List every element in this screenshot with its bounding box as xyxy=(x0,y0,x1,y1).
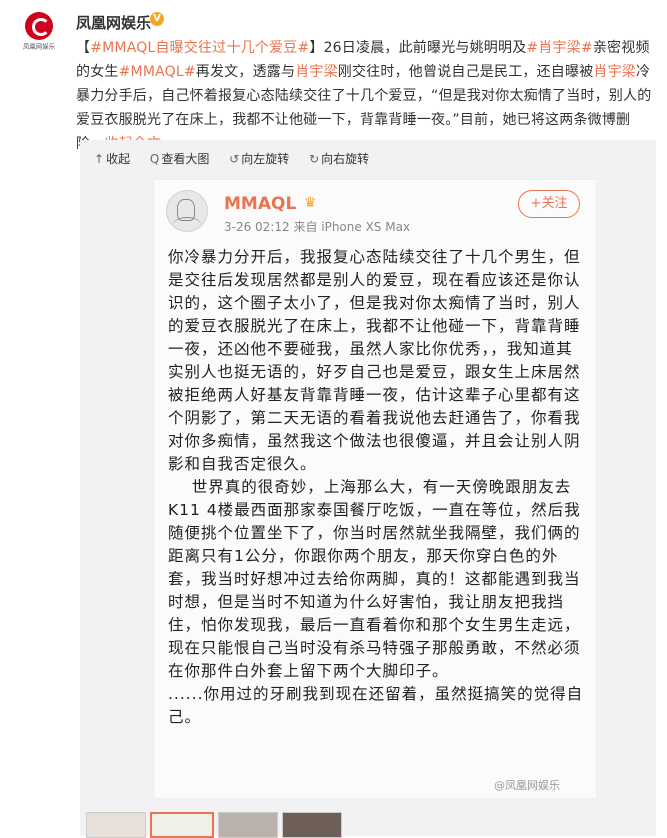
crown-icon: ♛ xyxy=(304,195,317,211)
media-panel: ↑ 收起 Q 查看大图 ↺ 向左旋转 ↻ 向右旋转 MMAQL ♛ 3-26 02:12… xyxy=(80,140,656,838)
post-image[interactable]: MMAQL ♛ 3-26 02:12 来自 iPhone XS Max +关注 … xyxy=(153,179,597,799)
thumbnail[interactable] xyxy=(86,812,146,838)
tool-view-large[interactable]: Q 查看大图 xyxy=(150,150,209,167)
post-text: 【#MMAQL自曝交往过十几个爱豆#】26日凌晨，此前曝光与姚明明及#肖宇梁#亲… xyxy=(76,36,656,156)
rotate-right-icon: ↻ xyxy=(309,152,320,166)
image-toolbar: ↑ 收起 Q 查看大图 ↺ 向左旋转 ↻ 向右旋转 xyxy=(94,150,385,168)
screenshot-avatar xyxy=(166,190,208,232)
post-text-segment: 】26日凌晨，此前曝光与姚明明及 xyxy=(309,40,527,56)
account-avatar[interactable]: 凤凰网娱乐 xyxy=(18,12,60,54)
mention-link[interactable]: 肖宇梁 xyxy=(593,64,636,80)
hashtag-link[interactable]: #MMAQL# xyxy=(119,64,196,80)
follow-button: +关注 xyxy=(518,190,580,218)
tool-rotate-left[interactable]: ↺ 向左旋转 xyxy=(229,150,289,167)
account-name[interactable]: 凤凰网娱乐 xyxy=(76,12,151,33)
tool-rotate-right[interactable]: ↻ 向右旋转 xyxy=(309,150,369,167)
post-text-segment: 刚交往时，他曾说自己是民工，还自曝被 xyxy=(337,64,594,80)
watermark: @凤凰网娱乐 xyxy=(494,779,560,792)
screenshot-body: 你冷暴力分开后，我报复心态陆续交往了十几个男生，但是交往后发现居然都是别人的爱豆… xyxy=(168,248,584,726)
verified-icon: V xyxy=(150,12,164,26)
tool-collapse[interactable]: ↑ 收起 xyxy=(94,150,130,167)
thumbnail-active[interactable] xyxy=(150,812,214,838)
post-text-segment: 【 xyxy=(76,40,91,56)
tool-label: 向左旋转 xyxy=(241,152,290,166)
tool-label: 收起 xyxy=(106,152,131,166)
thumbnail-strip xyxy=(86,812,346,838)
rotate-left-icon: ↺ xyxy=(229,152,240,166)
weibo-post: 凤凰网娱乐 凤凰网娱乐 V 【#MMAQL自曝交往过十几个爱豆#】26日凌晨，此… xyxy=(0,0,667,838)
tool-label: 向右旋转 xyxy=(321,152,370,166)
post-text-segment: 再发文，透露与 xyxy=(195,64,296,80)
logo-text: 凤凰网娱乐 xyxy=(23,42,55,50)
collapse-icon: ↑ xyxy=(94,152,105,166)
screenshot-meta: 3-26 02:12 来自 iPhone XS Max xyxy=(224,220,411,234)
hashtag-link[interactable]: #MMAQL自曝交往过十几个爱豆# xyxy=(90,40,309,56)
tool-label: 查看大图 xyxy=(161,152,210,166)
magnify-icon: Q xyxy=(149,152,160,166)
hashtag-link[interactable]: #肖宇梁# xyxy=(526,40,592,56)
thumbnail[interactable] xyxy=(218,812,278,838)
screenshot-username: MMAQL xyxy=(224,194,297,214)
thumbnail[interactable] xyxy=(282,812,342,838)
phoenix-logo-icon xyxy=(25,12,53,40)
mention-link[interactable]: 肖宇梁 xyxy=(295,64,338,80)
sketch-shoulders xyxy=(173,217,201,231)
